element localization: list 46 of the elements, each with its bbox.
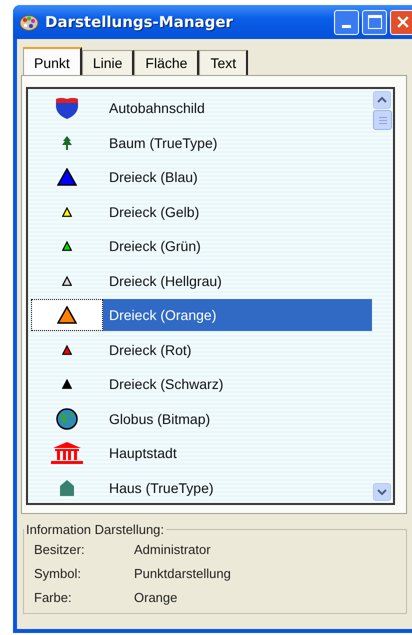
triangle-icon	[57, 168, 77, 186]
tab[interactable]: Fläche	[134, 50, 200, 75]
maximize-button[interactable]	[362, 10, 387, 34]
palette-icon	[19, 12, 39, 32]
triangle-icon	[57, 306, 77, 324]
scroll-down-button[interactable]	[373, 483, 391, 501]
up-chevron-icon	[377, 95, 387, 105]
symbol-list-item[interactable]: Dreieck (Gelb)	[103, 196, 372, 228]
scroll-thumb[interactable]	[373, 110, 392, 130]
symbol-list-item[interactable]: Dreieck (Orange)	[103, 299, 372, 332]
window-title: Darstellungs-Manager	[45, 13, 234, 31]
symbol-list-item[interactable]: Baum (TrueType)	[103, 126, 372, 159]
field-value: Administrator	[134, 542, 211, 556]
field-label: Symbol:	[34, 566, 82, 580]
triangle-icon	[62, 206, 72, 217]
group-title: Information Darstellung:	[25, 522, 166, 537]
tab[interactable]: Text	[199, 50, 248, 75]
close-icon	[394, 14, 410, 30]
minimize-button[interactable]	[334, 10, 359, 34]
house-icon	[60, 480, 74, 496]
field-label: Farbe:	[34, 590, 73, 604]
tab[interactable]: Linie	[82, 50, 134, 75]
symbol-list-item[interactable]: Dreieck (Schwarz)	[103, 368, 372, 400]
symbol-list-item[interactable]: Dreieck (Grün)	[103, 230, 372, 262]
tree-icon	[62, 136, 72, 150]
down-chevron-icon	[377, 487, 387, 497]
triangle-icon	[62, 344, 72, 355]
symbol-list-item[interactable]: Autobahnschild	[103, 92, 372, 124]
tab[interactable]: Punkt	[23, 47, 82, 75]
globe-icon	[56, 408, 78, 430]
symbol-list-item[interactable]: Dreieck (Blau)	[103, 161, 372, 194]
symbol-list-item[interactable]: Dreieck (Hellgrau)	[103, 264, 372, 297]
symbol-list-item[interactable]: Dreieck (Rot)	[103, 334, 372, 366]
triangle-icon	[62, 379, 72, 390]
close-button[interactable]	[390, 10, 412, 34]
field-value: Punktdarstellung	[134, 566, 231, 580]
shield-icon	[55, 97, 79, 120]
symbol-list-item[interactable]: Globus (Bitmap)	[103, 402, 372, 435]
field-value: Orange	[134, 590, 178, 604]
symbol-list-item[interactable]: Hauptstadt	[103, 437, 372, 470]
symbol-list-item[interactable]: Haus (TrueType)	[103, 472, 372, 504]
triangle-icon	[62, 276, 72, 286]
scroll-up-button[interactable]	[373, 91, 391, 109]
field-label: Besitzer:	[34, 542, 86, 556]
building-icon	[51, 442, 83, 464]
triangle-icon	[62, 241, 72, 252]
